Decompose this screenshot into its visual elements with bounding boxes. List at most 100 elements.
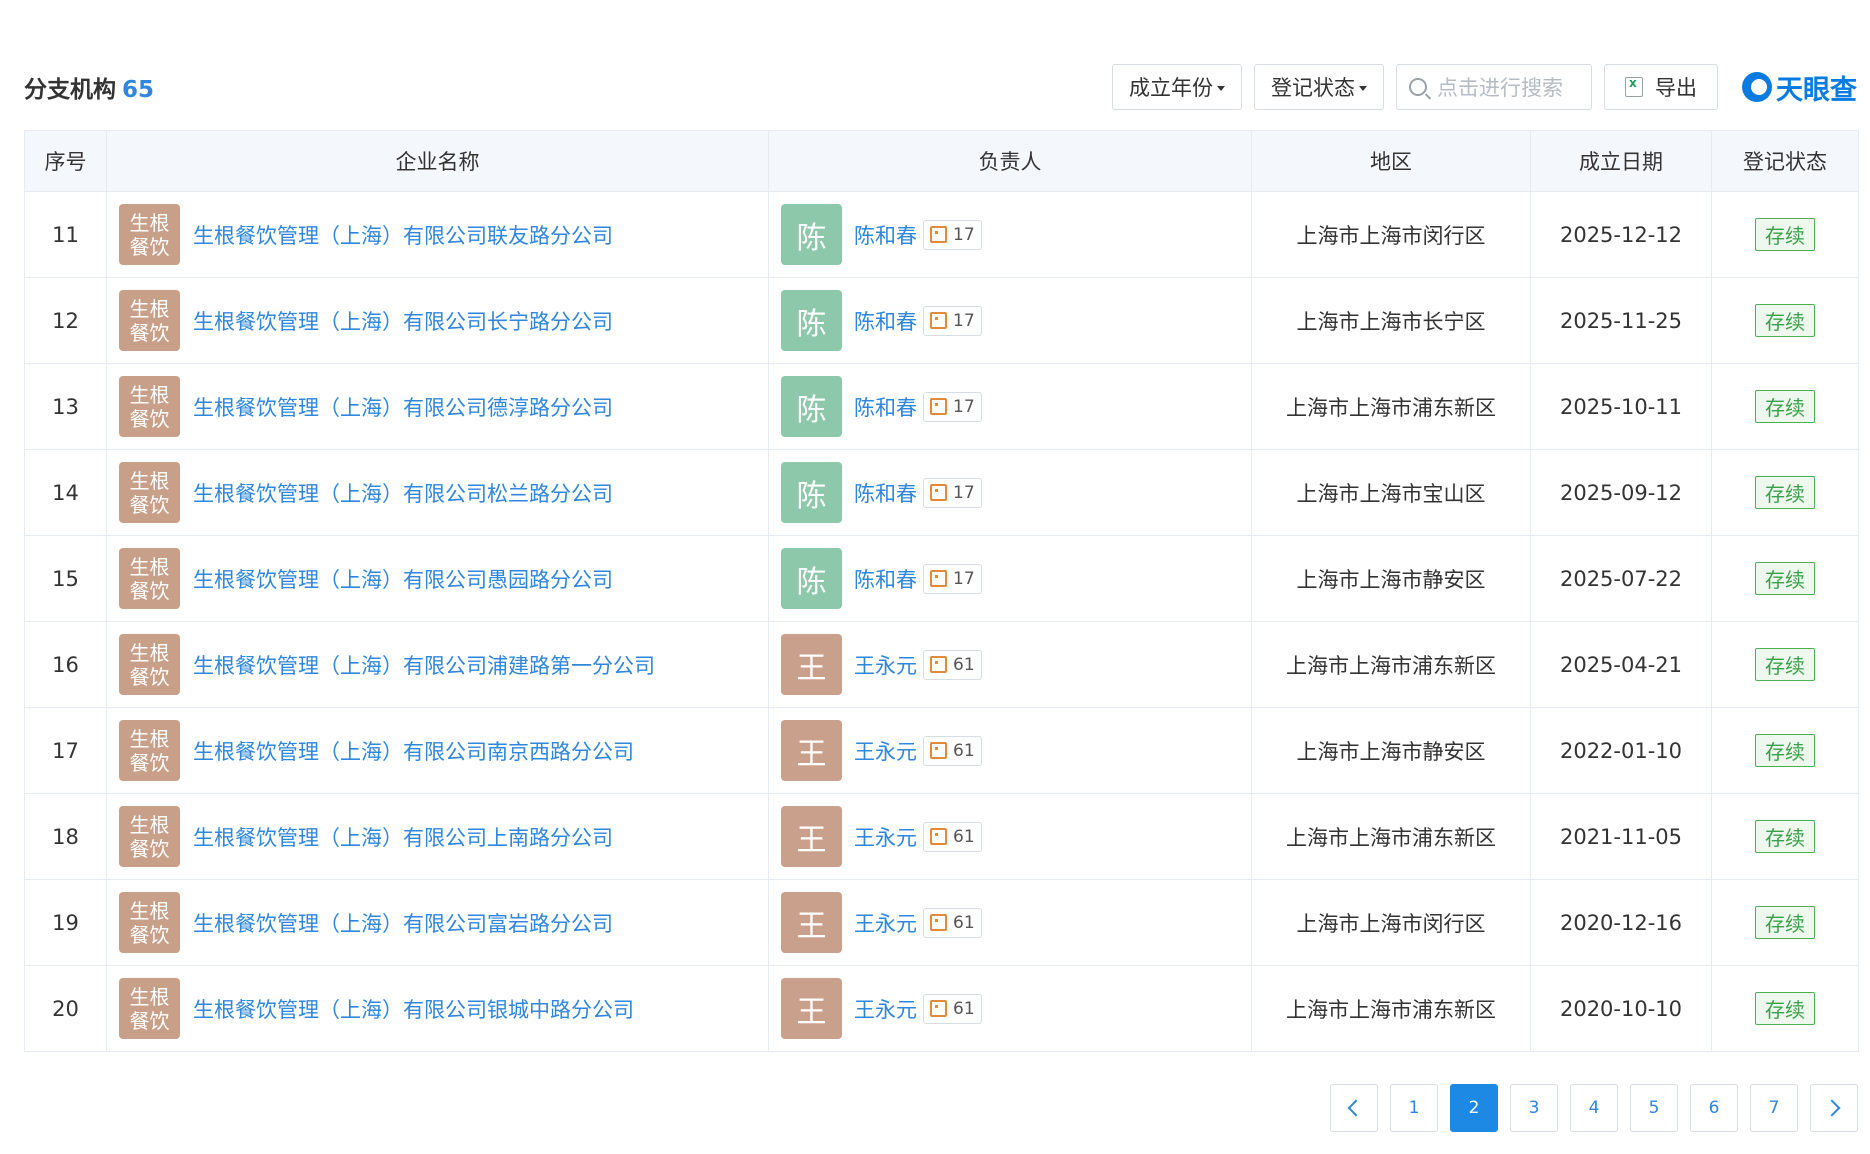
row-number: 19 [24,879,107,966]
avatar[interactable]: 王 [781,978,842,1039]
founded-date-cell: 2025-04-21 [1530,621,1712,708]
company-name-link[interactable]: 生根餐饮管理（上海）有限公司上南路分公司 [193,822,613,852]
person-name-link[interactable]: 陈和春 [854,478,917,508]
search-input[interactable]: 点击进行搜索 [1396,64,1592,110]
avatar[interactable]: 王 [781,806,842,867]
company-logo[interactable]: 生根 餐饮 [119,548,180,609]
table-row: 13 生根 餐饮 生根餐饮管理（上海）有限公司德淳路分公司陈陈和春 17 上海市上海市浦东… [24,363,1859,450]
filter-founded-year-button[interactable]: 成立年份 [1112,64,1242,110]
company-logo-line1: 生根 [129,554,170,579]
section-title: 分支机构 65 [24,70,154,104]
status-badge: 存续 [1755,304,1815,337]
company-name-link[interactable]: 生根餐饮管理（上海）有限公司长宁路分公司 [193,306,613,336]
person-inner: 陈陈和春 17 [781,204,1251,265]
company-logo[interactable]: 生根 餐饮 [119,634,180,695]
relations-badge[interactable]: 17 [923,391,982,422]
table-row: 14 生根 餐饮 生根餐饮管理（上海）有限公司松兰路分公司陈陈和春 17 上海市上海市宝山… [24,449,1859,536]
page-button[interactable]: 3 [1510,1084,1558,1132]
person-name-link[interactable]: 陈和春 [854,306,917,336]
company-name-link[interactable]: 生根餐饮管理（上海）有限公司联友路分公司 [193,220,613,250]
person-cell: 王王永元 61 [768,879,1252,966]
company-name-link[interactable]: 生根餐饮管理（上海）有限公司浦建路第一分公司 [193,650,655,680]
company-inner: 生根 餐饮 生根餐饮管理（上海）有限公司银城中路分公司 [119,978,768,1039]
page-button[interactable]: 7 [1750,1084,1798,1132]
relations-count: 61 [953,654,975,675]
company-inner: 生根 餐饮 生根餐饮管理（上海）有限公司德淳路分公司 [119,376,768,437]
excel-icon [1625,76,1643,97]
person-name-link[interactable]: 王永元 [854,822,917,852]
founded-date-cell: 2025-09-12 [1530,449,1712,536]
page-button[interactable]: 6 [1690,1084,1738,1132]
company-name-link[interactable]: 生根餐饮管理（上海）有限公司松兰路分公司 [193,478,613,508]
avatar[interactable]: 王 [781,892,842,953]
avatar[interactable]: 陈 [781,548,842,609]
company-name-link[interactable]: 生根餐饮管理（上海）有限公司富岩路分公司 [193,908,613,938]
person-name-link[interactable]: 王永元 [854,908,917,938]
person-name-link[interactable]: 陈和春 [854,220,917,250]
avatar[interactable]: 陈 [781,462,842,523]
person-cell: 陈陈和春 17 [768,535,1252,622]
filter-registration-status-label: 登记状态 [1271,76,1355,100]
status-badge: 存续 [1755,218,1815,251]
filter-registration-status-button[interactable]: 登记状态 [1254,64,1384,110]
relations-badge[interactable]: 17 [923,563,982,594]
company-logo[interactable]: 生根 餐饮 [119,892,180,953]
relations-count: 61 [953,998,975,1019]
company-logo[interactable]: 生根 餐饮 [119,462,180,523]
person-name-link[interactable]: 王永元 [854,736,917,766]
person-cell: 陈陈和春 17 [768,363,1252,450]
prev-page-button[interactable] [1330,1084,1378,1132]
company-logo[interactable]: 生根 餐饮 [119,978,180,1039]
avatar[interactable]: 陈 [781,376,842,437]
company-logo[interactable]: 生根 餐饮 [119,376,180,437]
col-header-region: 地区 [1251,130,1531,192]
avatar[interactable]: 陈 [781,204,842,265]
page-button[interactable]: 5 [1630,1084,1678,1132]
person-name-link[interactable]: 王永元 [854,650,917,680]
filter-founded-year-label: 成立年份 [1129,76,1213,100]
page-button-current[interactable]: 2 [1450,1084,1498,1132]
company-logo[interactable]: 生根 餐饮 [119,720,180,781]
company-cell: 生根 餐饮 生根餐饮管理（上海）有限公司愚园路分公司 [106,535,769,622]
section-title-text: 分支机构 [24,77,116,103]
company-logo-line1: 生根 [129,468,170,493]
avatar[interactable]: 陈 [781,290,842,351]
company-name-link[interactable]: 生根餐饮管理（上海）有限公司银城中路分公司 [193,994,634,1024]
company-logo[interactable]: 生根 餐饮 [119,806,180,867]
next-page-button[interactable] [1810,1084,1858,1132]
col-header-person: 负责人 [768,130,1252,192]
relations-badge[interactable]: 61 [923,649,982,680]
company-logo[interactable]: 生根 餐饮 [119,290,180,351]
row-number: 18 [24,793,107,880]
relation-graph-icon [930,914,947,931]
relations-badge[interactable]: 61 [923,821,982,852]
person-name-link[interactable]: 陈和春 [854,392,917,422]
relations-badge[interactable]: 61 [923,907,982,938]
relations-badge[interactable]: 17 [923,305,982,336]
person-cell: 王王永元 61 [768,621,1252,708]
avatar[interactable]: 王 [781,720,842,781]
table-row: 18 生根 餐饮 生根餐饮管理（上海）有限公司上南路分公司王王永元 61 上海市上海市浦东… [24,793,1859,880]
company-name-link[interactable]: 生根餐饮管理（上海）有限公司南京西路分公司 [193,736,634,766]
status-badge: 存续 [1755,562,1815,595]
relations-badge[interactable]: 17 [923,477,982,508]
company-name-link[interactable]: 生根餐饮管理（上海）有限公司愚园路分公司 [193,564,613,594]
person-name-link[interactable]: 王永元 [854,994,917,1024]
page-button[interactable]: 1 [1390,1084,1438,1132]
relations-badge[interactable]: 61 [923,993,982,1024]
avatar[interactable]: 王 [781,634,842,695]
company-logo[interactable]: 生根 餐饮 [119,204,180,265]
relations-count: 17 [953,568,975,589]
company-inner: 生根 餐饮 生根餐饮管理（上海）有限公司联友路分公司 [119,204,768,265]
company-cell: 生根 餐饮 生根餐饮管理（上海）有限公司长宁路分公司 [106,277,769,364]
export-button[interactable]: 导出 [1604,64,1718,110]
page-button[interactable]: 4 [1570,1084,1618,1132]
relations-badge[interactable]: 61 [923,735,982,766]
pagination: 1 2 3 4 5 6 7 [1318,1084,1858,1132]
founded-date-cell: 2020-10-10 [1530,965,1712,1052]
company-name-link[interactable]: 生根餐饮管理（上海）有限公司德淳路分公司 [193,392,613,422]
company-logo-line2: 餐饮 [129,406,170,431]
person-name-link[interactable]: 陈和春 [854,564,917,594]
company-inner: 生根 餐饮 生根餐饮管理（上海）有限公司浦建路第一分公司 [119,634,768,695]
relations-badge[interactable]: 17 [923,219,982,250]
